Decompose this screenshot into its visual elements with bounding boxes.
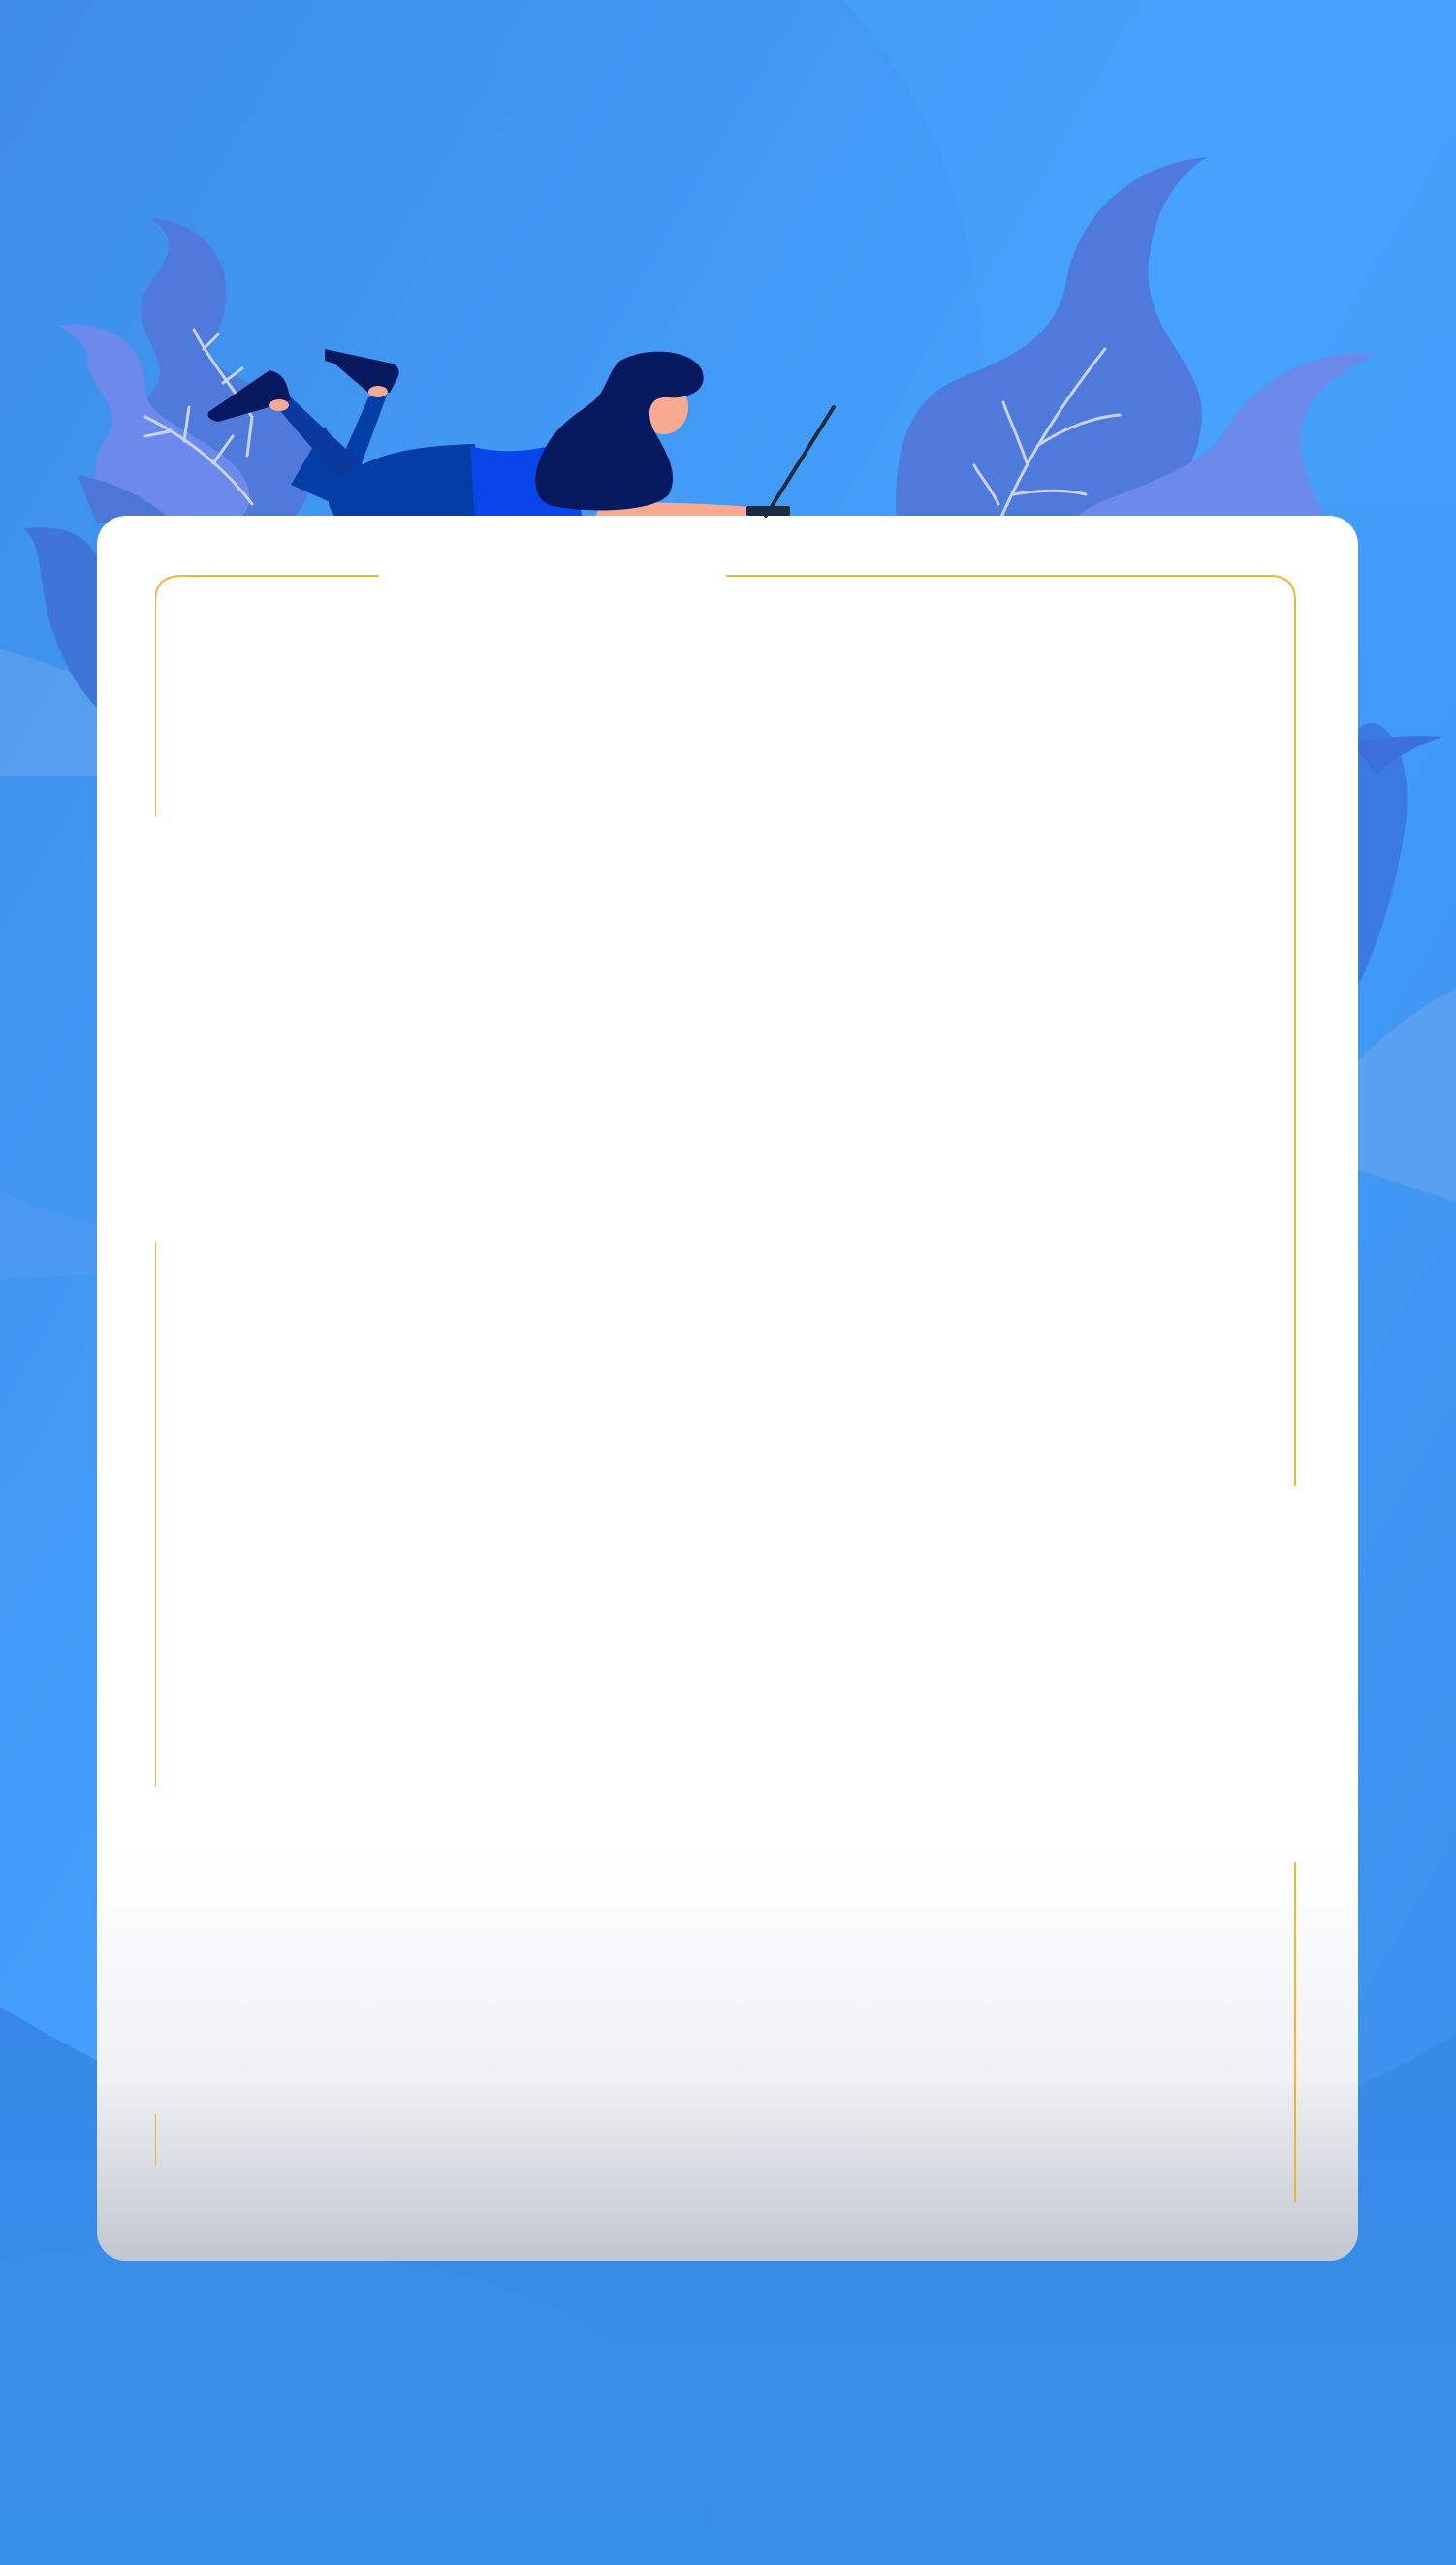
content-card: [97, 516, 1358, 2261]
poster-background: [0, 0, 1456, 2565]
decorative-frame: [155, 575, 1296, 2202]
